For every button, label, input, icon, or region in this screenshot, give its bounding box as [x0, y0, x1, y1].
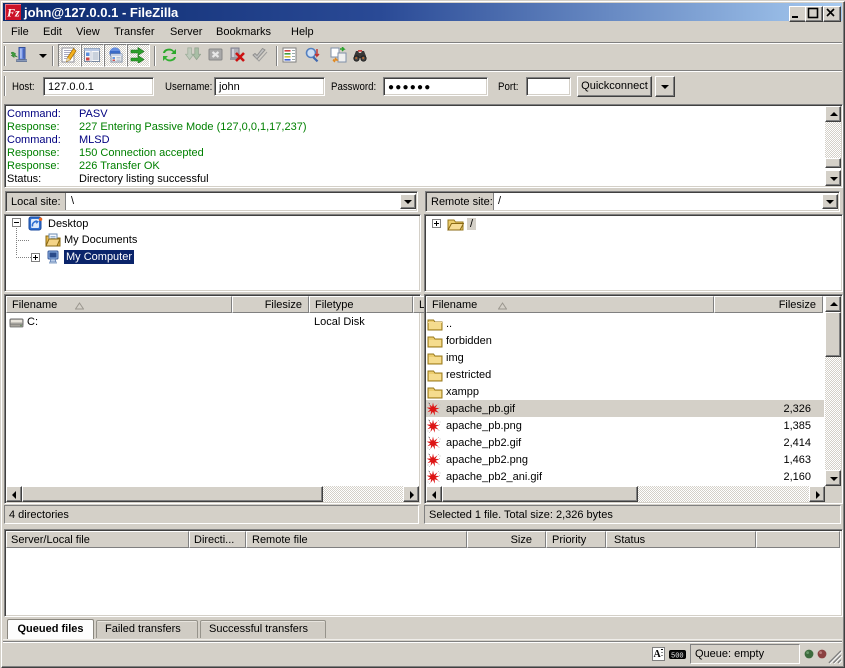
svg-text:A: A	[654, 649, 662, 660]
svg-text:500: 500	[671, 653, 684, 661]
svg-text:Fz: Fz	[6, 6, 20, 20]
